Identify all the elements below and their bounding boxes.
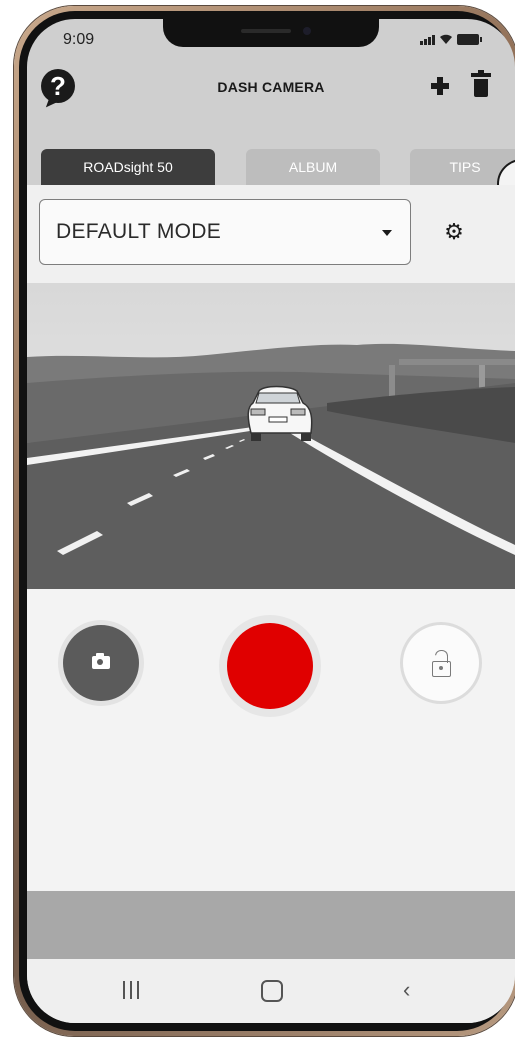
control-panel [27,589,515,891]
recents-icon[interactable] [123,981,139,999]
tab-album[interactable]: ALBUM [246,149,380,185]
snapshot-button[interactable] [63,625,139,701]
mode-dropdown-value: DEFAULT MODE [56,220,222,243]
status-time: 9:09 [63,31,95,48]
road-scene-image [27,283,515,589]
tab-device[interactable]: ROADsight 50 [41,149,215,185]
front-camera [303,27,311,35]
plus-icon[interactable] [431,77,449,95]
trash-icon[interactable] [471,70,491,97]
wifi-icon [440,34,452,44]
bottom-strip [27,891,515,959]
home-icon[interactable] [261,980,283,1002]
speaker [241,29,291,33]
chevron-down-icon [382,230,392,236]
notch [163,19,379,47]
mode-dropdown[interactable]: DEFAULT MODE [39,199,411,265]
lock-button[interactable] [403,625,479,701]
tab-bar: ROADsight 50 ALBUM TIPS [27,149,515,185]
camera-icon [92,653,110,669]
signal-icon [420,35,435,45]
back-icon[interactable]: ‹ [403,979,410,1001]
app-bar: ? DASH CAMERA [27,57,515,117]
lock-body-icon [432,661,451,677]
screen: 9:09 ? DASH CAMERA ROADsight 50 ALBUM TI… [27,19,515,1023]
gear-icon[interactable]: ⚙ [443,221,465,243]
system-nav-bar: ‹ [27,959,515,1023]
mode-bar: DEFAULT MODE ⚙ [27,185,515,283]
battery-icon [457,34,482,45]
camera-preview [27,283,515,589]
status-indicators [420,33,482,45]
record-button[interactable] [227,623,313,709]
